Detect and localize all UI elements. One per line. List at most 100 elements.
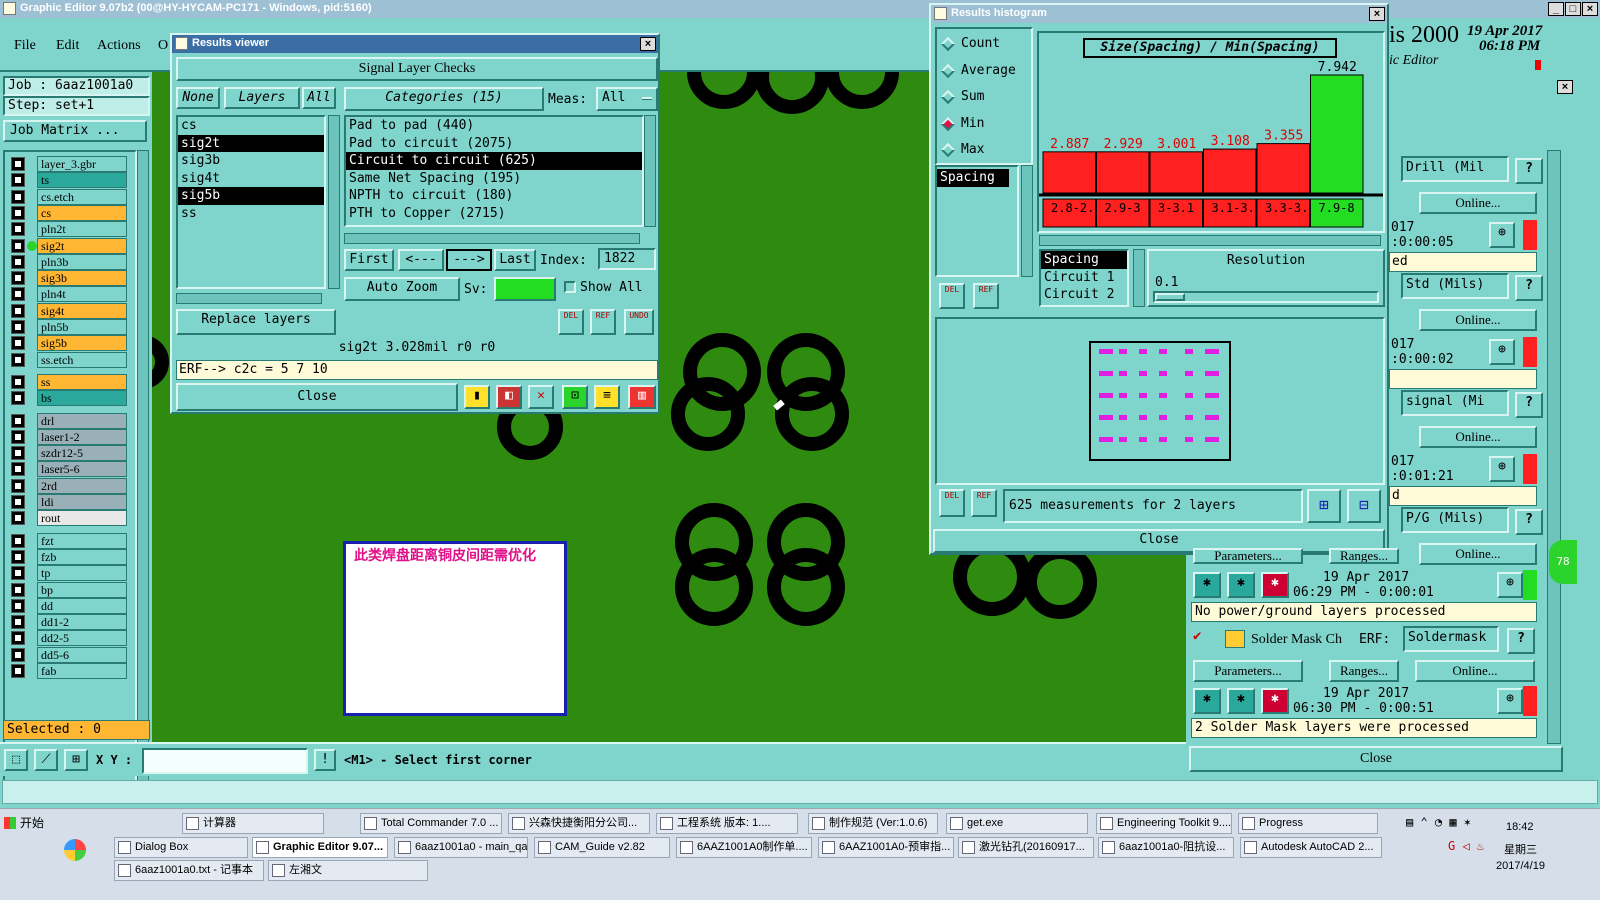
- histogram-titlebar[interactable]: Results histogram: [931, 5, 1387, 23]
- layer-row[interactable]: ss.etch: [11, 351, 127, 368]
- toolkit-close-button[interactable]: Close: [1189, 746, 1563, 772]
- layer-name[interactable]: pln5b: [37, 319, 127, 335]
- layer-checkbox[interactable]: [11, 615, 25, 630]
- taskbar-button[interactable]: 6aaz1001a0.txt - 记事本: [114, 860, 264, 881]
- job-matrix-button[interactable]: Job Matrix ...: [3, 120, 147, 142]
- layer-row[interactable]: rout: [11, 510, 127, 527]
- measure-list[interactable]: Spacing: [935, 165, 1019, 277]
- layer-name[interactable]: rout: [37, 510, 127, 527]
- layer-name[interactable]: fab: [37, 663, 127, 679]
- layer-checkbox[interactable]: [11, 429, 25, 444]
- tray-icons[interactable]: ▤ ⌃ ◔ ▦ ✶: [1406, 815, 1471, 829]
- check-online-button[interactable]: Online...: [1419, 426, 1537, 448]
- xy-input[interactable]: [142, 748, 308, 774]
- layer-checkbox[interactable]: [11, 303, 25, 318]
- maximize-button[interactable]: □: [1565, 2, 1581, 16]
- replace-layers-dropdown[interactable]: Replace layers: [176, 309, 336, 335]
- preview-del-button[interactable]: DEL: [939, 489, 965, 517]
- taskbar-button[interactable]: Graphic Editor 9.07...: [252, 837, 388, 858]
- layer-name[interactable]: ss.etch: [37, 351, 127, 368]
- sv-dropdown[interactable]: [494, 277, 556, 301]
- list-item[interactable]: cs: [178, 117, 324, 135]
- layer-checkbox[interactable]: [11, 205, 25, 220]
- layer-name[interactable]: cs.etch: [37, 188, 127, 205]
- layer-row[interactable]: sig4t: [11, 302, 127, 319]
- meas-dropdown[interactable]: All: [596, 87, 658, 111]
- layer-checkbox[interactable]: [11, 566, 25, 581]
- auto-zoom-dropdown[interactable]: Auto Zoom: [344, 277, 460, 301]
- layer-name[interactable]: cs: [37, 204, 127, 221]
- layer-name[interactable]: bs: [37, 390, 127, 407]
- selection-list[interactable]: Spacing Circuit 1 Circuit 2: [1039, 249, 1129, 307]
- last-button[interactable]: Last: [494, 249, 536, 271]
- taskbar-button[interactable]: get.exe: [946, 813, 1088, 834]
- layer-row[interactable]: bs: [11, 390, 127, 407]
- taskbar-button[interactable]: Dialog Box: [114, 837, 248, 858]
- windows-logo-icon[interactable]: [64, 839, 86, 861]
- option-radio[interactable]: Min: [940, 115, 1031, 135]
- taskbar-button[interactable]: 激光钻孔(20160917...: [958, 837, 1094, 858]
- menu-options[interactable]: O: [158, 38, 168, 54]
- check-help-button[interactable]: ?: [1515, 158, 1543, 184]
- export-icon[interactable]: ◧: [496, 385, 522, 409]
- layer-name[interactable]: ts: [37, 172, 127, 189]
- sm-parameters-button[interactable]: Parameters...: [1193, 660, 1303, 682]
- check-field[interactable]: P/G (Mils): [1401, 507, 1509, 533]
- histogram-icon[interactable]: ▥: [628, 385, 656, 409]
- layer-row[interactable]: ldi: [11, 494, 127, 510]
- pg-run-icon[interactable]: ✱: [1193, 572, 1221, 598]
- list-item[interactable]: NPTH to circuit (180): [346, 187, 642, 205]
- del-button[interactable]: DEL: [939, 283, 965, 309]
- layer-name[interactable]: laser1-2: [37, 428, 127, 445]
- first-button[interactable]: First: [344, 249, 394, 271]
- layer-row[interactable]: 2rd: [11, 477, 127, 494]
- layer-name[interactable]: pln3b: [37, 253, 127, 270]
- list-item[interactable]: Pad to circuit (2075): [346, 135, 642, 153]
- toolkit-scrollbar[interactable]: [1547, 150, 1561, 744]
- layer-name[interactable]: sig5b: [37, 335, 127, 352]
- pg-run-all-icon[interactable]: ✱: [1227, 572, 1255, 598]
- pg-stop-icon[interactable]: ✱: [1261, 572, 1289, 598]
- menu-file[interactable]: File: [14, 38, 36, 54]
- layer-row[interactable]: ss: [11, 373, 127, 390]
- ref-button[interactable]: REF: [590, 309, 616, 335]
- preview-ref-button[interactable]: REF: [971, 489, 997, 517]
- layers-button[interactable]: Layers: [224, 87, 300, 109]
- layer-name[interactable]: dd1-2: [37, 614, 127, 631]
- close-icon[interactable]: ×: [1582, 2, 1598, 16]
- layer-name[interactable]: sig4t: [37, 302, 127, 319]
- layer-name[interactable]: bp: [37, 581, 127, 598]
- notes-icon[interactable]: ≡: [594, 385, 620, 409]
- layer-name[interactable]: pln2t: [37, 221, 127, 238]
- layer-checkbox[interactable]: [11, 549, 25, 564]
- close-icon[interactable]: ×: [1369, 7, 1385, 21]
- layer-checkbox[interactable]: [11, 495, 25, 509]
- measure-list-scrollbar[interactable]: [1021, 165, 1033, 277]
- sm-run-all-icon[interactable]: ✱: [1227, 688, 1255, 714]
- layer-name[interactable]: dd5-6: [37, 646, 127, 663]
- taskbar-button[interactable]: Progress: [1238, 813, 1378, 834]
- grid-tool-icon[interactable]: ⊞: [64, 749, 88, 771]
- layer-row[interactable]: dd5-6: [11, 646, 127, 663]
- taskbar-button[interactable]: 6aaz1001a0 - main_qa: [394, 837, 528, 858]
- zoom-in-icon[interactable]: ⊞: [1307, 489, 1341, 523]
- layer-name[interactable]: szdr12-5: [37, 445, 127, 462]
- layer-name[interactable]: 2rd: [37, 477, 127, 494]
- layer-checkbox[interactable]: [11, 664, 25, 678]
- taskbar-button[interactable]: 计算器: [182, 813, 324, 834]
- check-help-button[interactable]: ?: [1515, 509, 1543, 535]
- layer-name[interactable]: drl: [37, 412, 127, 429]
- option-radio[interactable]: Max: [940, 141, 1031, 161]
- layer-checkbox[interactable]: [11, 173, 25, 188]
- layer-row[interactable]: laser1-2: [11, 428, 127, 445]
- report-icon[interactable]: ▮: [464, 385, 490, 409]
- option-radio[interactable]: Average: [940, 62, 1031, 82]
- layer-row[interactable]: bp: [11, 581, 127, 598]
- pg-zoom-icon[interactable]: ⊕: [1497, 572, 1523, 598]
- list-item[interactable]: sig5b: [178, 187, 324, 205]
- layer-checkbox[interactable]: [11, 631, 25, 646]
- taskbar-button[interactable]: 6aaz1001a0-阻抗设...: [1098, 837, 1234, 858]
- layer-row[interactable]: dd: [11, 597, 127, 614]
- layer-row[interactable]: laser5-6: [11, 461, 127, 478]
- close-button[interactable]: Close: [176, 383, 458, 411]
